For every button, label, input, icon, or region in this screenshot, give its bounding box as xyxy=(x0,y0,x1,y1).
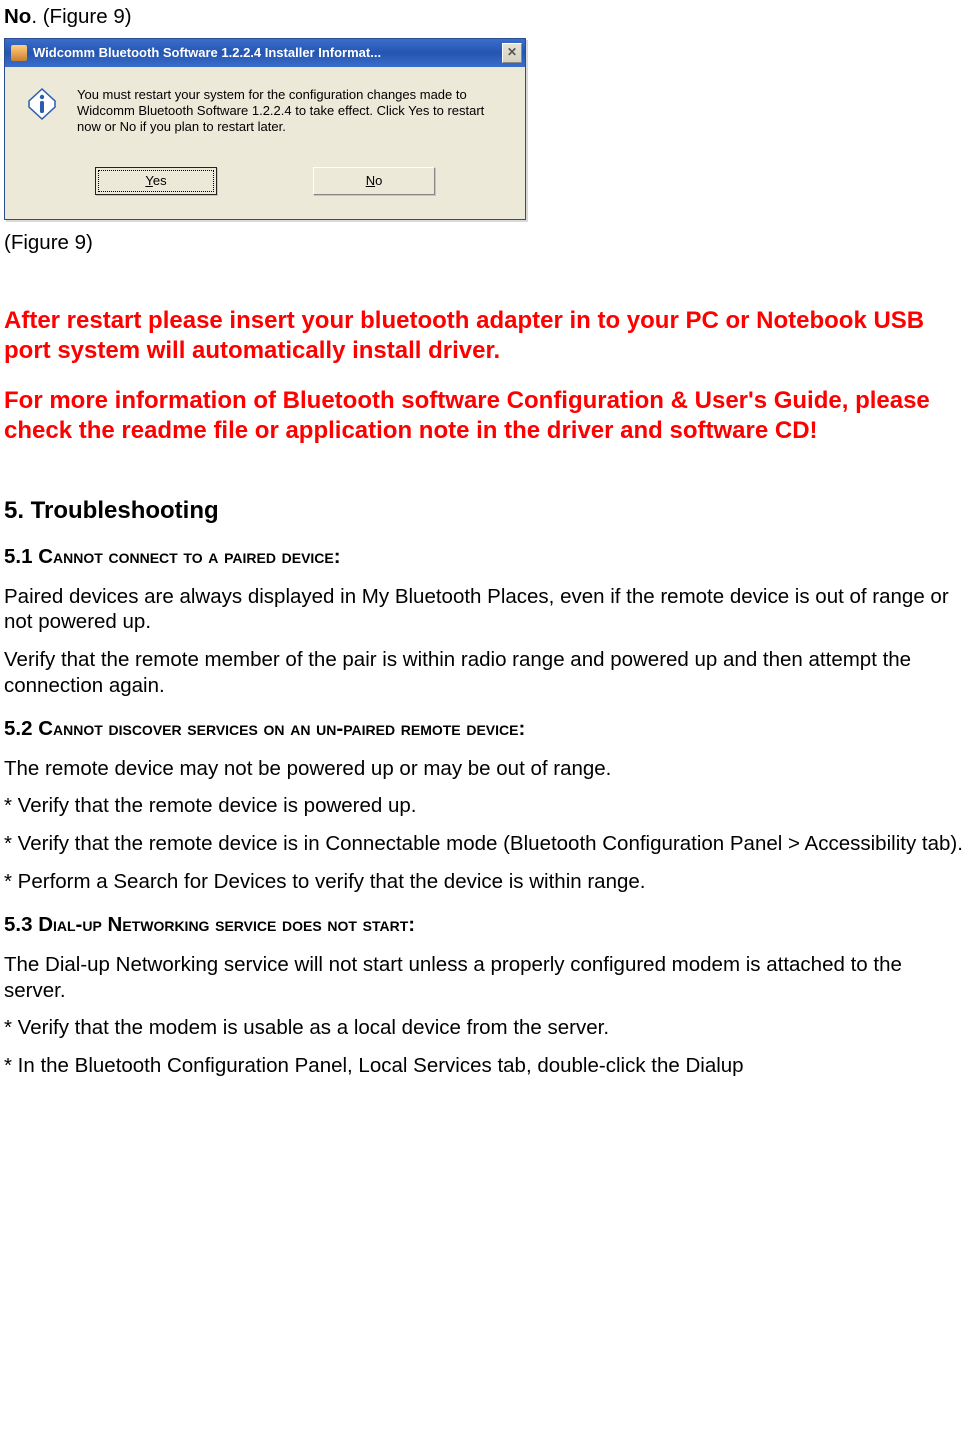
section-5-2-b3: * Perform a Search for Devices to verify… xyxy=(4,869,966,895)
section-5-heading: 5. Troubleshooting xyxy=(4,496,966,526)
red-note-1: After restart please insert your bluetoo… xyxy=(4,306,966,366)
no-button[interactable]: No xyxy=(313,167,435,195)
installer-dialog: Widcomm Bluetooth Software 1.2.2.4 Insta… xyxy=(4,38,526,221)
section-5-2-heading: 5.2 Cannot discover services on an un-pa… xyxy=(4,716,966,742)
close-button[interactable]: ✕ xyxy=(502,43,522,63)
section-5-1-p1: Paired devices are always displayed in M… xyxy=(4,584,966,635)
top-line-bold: No xyxy=(4,5,31,28)
top-line: No. (Figure 9) xyxy=(4,4,966,30)
sec-title: Cannot connect to a paired device: xyxy=(38,545,340,568)
no-label-tail: o xyxy=(375,173,382,188)
installer-icon xyxy=(11,45,27,61)
info-icon xyxy=(25,87,59,121)
section-5-2-b2: * Verify that the remote device is in Co… xyxy=(4,831,966,857)
dialog-title-text: Widcomm Bluetooth Software 1.2.2.4 Insta… xyxy=(33,45,381,61)
section-5-3-heading: 5.3 Dial-up Networking service does not … xyxy=(4,912,966,938)
yes-label-tail: es xyxy=(153,173,167,188)
section-5-2-p1: The remote device may not be powered up … xyxy=(4,756,966,782)
section-5-3-b2: * In the Bluetooth Configuration Panel, … xyxy=(4,1053,966,1079)
section-5-3-b1: * Verify that the modem is usable as a l… xyxy=(4,1015,966,1041)
red-note-2: For more information of Bluetooth softwa… xyxy=(4,386,966,446)
section-5-3-p1: The Dial-up Networking service will not … xyxy=(4,952,966,1003)
sec-num: 5.1 xyxy=(4,545,38,568)
section-5-2-b1: * Verify that the remote device is power… xyxy=(4,793,966,819)
sec-title: Dial-up Networking service does not star… xyxy=(38,913,415,936)
sec-num: 5.2 xyxy=(4,717,38,740)
section-5-1-p2: Verify that the remote member of the pai… xyxy=(4,647,966,698)
sec-num: 5.3 xyxy=(4,913,38,936)
dialog-body: You must restart your system for the con… xyxy=(5,67,525,220)
dialog-titlebar: Widcomm Bluetooth Software 1.2.2.4 Insta… xyxy=(5,39,525,67)
sec-title: Cannot discover services on an un-paired… xyxy=(38,717,525,740)
top-line-rest: . (Figure 9) xyxy=(31,5,131,28)
section-5-1-heading: 5.1 Cannot connect to a paired device: xyxy=(4,544,966,570)
close-icon: ✕ xyxy=(507,45,517,60)
yes-button[interactable]: Yes xyxy=(95,167,217,195)
dialog-message: You must restart your system for the con… xyxy=(77,87,505,136)
figure-caption: (Figure 9) xyxy=(4,230,966,256)
